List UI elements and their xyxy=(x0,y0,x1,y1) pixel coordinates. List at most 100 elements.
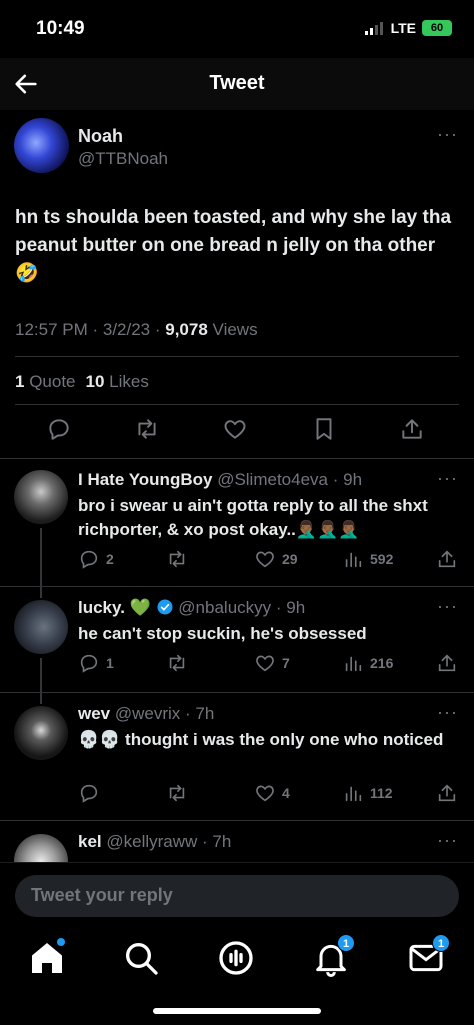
likes-label: Likes xyxy=(109,372,149,391)
like-icon xyxy=(256,655,274,672)
reply-text: 💀💀 thought i was the only one who notice… xyxy=(78,730,444,749)
more-options-icon[interactable]: ··· xyxy=(437,830,458,851)
tweet-date: 3/2/23 xyxy=(102,320,151,339)
views-icon xyxy=(345,656,362,672)
reply-avatar[interactable] xyxy=(14,834,68,862)
retweet-icon xyxy=(169,784,185,802)
retweet-button[interactable] xyxy=(166,782,194,804)
reply-input[interactable]: Tweet your reply xyxy=(15,875,459,917)
likes-stat[interactable]: 10 Likes xyxy=(86,372,149,392)
divider xyxy=(0,820,474,821)
reply-name[interactable]: wev xyxy=(78,704,110,723)
spaces-icon xyxy=(219,941,253,975)
views-button[interactable]: 216 xyxy=(342,652,393,674)
reply-button[interactable]: 1 xyxy=(78,652,114,674)
status-indicators: LTE 60 xyxy=(364,20,452,36)
views-icon xyxy=(345,786,362,802)
verified-badge-icon xyxy=(157,599,173,615)
like-count: 4 xyxy=(282,785,290,801)
views-count: 112 xyxy=(370,785,393,801)
reply-actions: 2 29 592 xyxy=(0,548,474,572)
retweet-icon xyxy=(169,550,185,568)
home-notification-dot xyxy=(57,938,65,946)
share-icon[interactable] xyxy=(436,782,458,804)
author-handle[interactable]: @TTBNoah xyxy=(78,149,168,169)
tweet-actions xyxy=(0,416,474,446)
divider xyxy=(15,404,459,405)
share-icon[interactable] xyxy=(436,652,458,674)
battery-icon: 60 xyxy=(422,20,452,36)
views-icon xyxy=(345,552,362,568)
views-count: 9,078 xyxy=(165,320,208,339)
reply-age: 9h xyxy=(286,598,306,617)
reply-name[interactable]: lucky. 💚 xyxy=(78,598,151,617)
network-label: LTE xyxy=(390,20,416,36)
author-name[interactable]: Noah xyxy=(78,126,123,147)
retweet-icon xyxy=(169,654,185,672)
nav-search[interactable] xyxy=(121,938,161,978)
reply-header: kel @kellyraww · 7h xyxy=(78,832,232,851)
retweet-icon[interactable] xyxy=(134,416,160,442)
reply-icon[interactable] xyxy=(46,416,72,442)
reply-icon xyxy=(80,784,98,803)
more-options-icon[interactable]: ··· xyxy=(437,702,458,723)
reply-avatar[interactable] xyxy=(14,470,68,524)
nav-home[interactable] xyxy=(27,938,67,978)
views-button[interactable]: 112 xyxy=(342,782,393,804)
reply-text: he can't stop suckin, he's obsessed xyxy=(78,624,367,643)
reply-age: 7h xyxy=(212,832,232,851)
reply-handle[interactable]: @Slimeto4eva xyxy=(217,470,328,489)
reply-button[interactable] xyxy=(78,782,106,804)
likes-count: 10 xyxy=(85,372,105,391)
reply-avatar[interactable] xyxy=(14,706,68,760)
reply-name[interactable]: I Hate YoungBoy xyxy=(78,470,212,489)
reply-icon xyxy=(80,550,98,569)
like-button[interactable]: 7 xyxy=(254,652,290,674)
more-options-icon[interactable]: ··· xyxy=(437,596,458,617)
tweet-stats: 1 Quote 10 Likes xyxy=(15,372,149,392)
views-button[interactable]: 592 xyxy=(342,548,393,570)
messages-badge: 1 xyxy=(432,934,450,952)
retweet-button[interactable] xyxy=(166,652,194,674)
share-icon[interactable] xyxy=(436,548,458,570)
like-count: 7 xyxy=(282,655,290,671)
divider xyxy=(0,692,474,693)
signal-icon xyxy=(364,21,383,35)
search-icon xyxy=(126,943,158,975)
reply-count: 2 xyxy=(106,551,114,567)
reply-handle[interactable]: @kellyraww xyxy=(106,832,197,851)
views-label: Views xyxy=(212,320,258,339)
reply-count: 1 xyxy=(106,655,114,671)
tweet-meta: 12:57 PM · 3/2/23 · 9,078 Views xyxy=(15,320,258,339)
more-options-icon[interactable]: ··· xyxy=(437,124,458,145)
reply-handle[interactable]: @wevrix xyxy=(115,704,180,723)
reply-text: bro i swear u ain't gotta reply to all t… xyxy=(78,496,428,539)
reply-handle[interactable]: @nbaluckyy xyxy=(178,598,271,617)
divider xyxy=(0,586,474,587)
reply-actions: 4 112 xyxy=(0,782,474,806)
like-button[interactable]: 29 xyxy=(254,548,298,570)
reply-button[interactable]: 2 xyxy=(78,548,114,570)
nav-spaces[interactable] xyxy=(216,938,256,978)
reply-item[interactable]: kel @kellyraww · 7h ··· xyxy=(0,828,474,862)
tweet-text: hn ts shoulda been toasted, and why she … xyxy=(15,207,452,284)
views-count: 216 xyxy=(370,655,394,671)
home-indicator xyxy=(153,1008,321,1014)
reply-name[interactable]: kel xyxy=(78,832,102,851)
reply-header: wev @wevrix · 7h xyxy=(78,704,215,723)
reply-actions: 1 7 216 xyxy=(0,652,474,676)
reply-avatar[interactable] xyxy=(14,600,68,654)
reply-composer: Tweet your reply xyxy=(0,862,474,928)
retweet-button[interactable] xyxy=(166,548,194,570)
quotes-label: Quote xyxy=(29,372,76,391)
notifications-badge: 1 xyxy=(337,934,355,952)
author-avatar[interactable] xyxy=(14,118,69,173)
more-options-icon[interactable]: ··· xyxy=(437,468,458,489)
nav-messages[interactable]: 1 xyxy=(406,934,450,978)
bookmark-icon[interactable] xyxy=(311,416,337,442)
nav-notifications[interactable]: 1 xyxy=(311,934,355,978)
like-icon[interactable] xyxy=(222,416,248,442)
share-icon[interactable] xyxy=(399,416,425,442)
like-button[interactable]: 4 xyxy=(254,782,290,804)
quotes-stat[interactable]: 1 Quote xyxy=(15,372,76,392)
